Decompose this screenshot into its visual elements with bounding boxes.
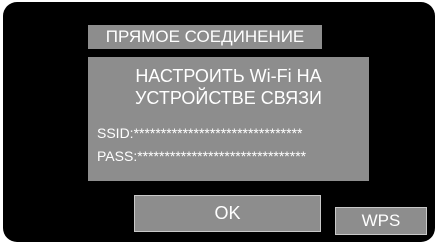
wps-button[interactable]: WPS xyxy=(335,207,427,235)
wifi-settings-panel: НАСТРОИТЬ Wi-Fi НА УСТРОЙСТВЕ СВЯЗИ SSID… xyxy=(88,57,369,181)
instruction-message: НАСТРОИТЬ Wi-Fi НА УСТРОЙСТВЕ СВЯЗИ xyxy=(88,65,369,109)
ok-button[interactable]: OK xyxy=(134,195,321,232)
camera-screen: ПРЯМОЕ СОЕДИНЕНИЕ НАСТРОИТЬ Wi-Fi НА УСТ… xyxy=(0,0,442,245)
ssid-value: SSID:******************************* xyxy=(97,125,303,141)
instruction-line-2: УСТРОЙСТВЕ СВЯЗИ xyxy=(134,88,322,108)
instruction-line-1: НАСТРОИТЬ Wi-Fi НА xyxy=(135,66,322,86)
dialog-title: ПРЯМОЕ СОЕДИНЕНИЕ xyxy=(88,25,322,49)
password-value: PASS:******************************* xyxy=(97,148,307,164)
